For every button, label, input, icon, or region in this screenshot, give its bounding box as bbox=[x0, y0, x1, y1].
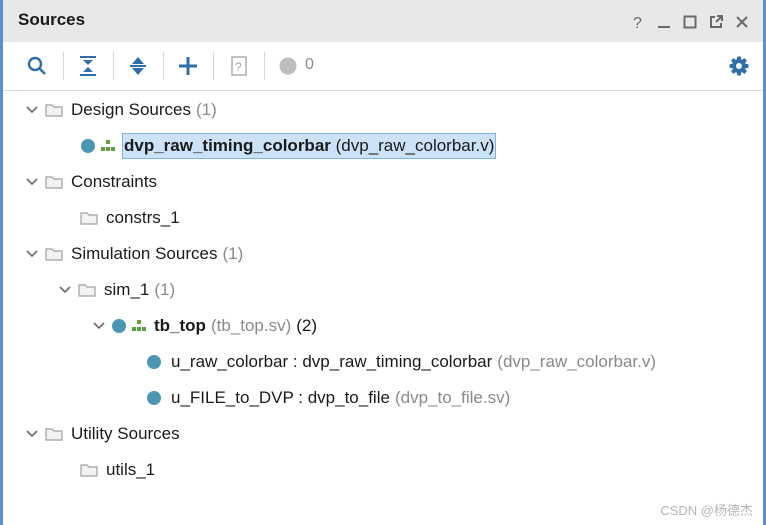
toolbar-divider bbox=[163, 52, 164, 80]
tree-node-file: (dvp_raw_colorbar.v) bbox=[497, 352, 657, 371]
tree-node-label: u_FILE_to_DVP : dvp_to_file bbox=[171, 388, 390, 407]
tree-node-tb-top[interactable]: tb_top (tb_top.sv) (2) bbox=[92, 308, 317, 344]
watermark: CSDN @杨德杰 bbox=[660, 503, 753, 518]
tree-node-design-sources[interactable]: Design Sources (1) bbox=[25, 92, 217, 128]
tree-node-sim-1[interactable]: sim_1 (1) bbox=[58, 272, 175, 308]
tree-node-label: utils_1 bbox=[106, 460, 156, 479]
tree-node-count: (1) bbox=[196, 100, 217, 119]
expand-all-icon[interactable] bbox=[126, 54, 150, 78]
tree-node-label: constrs_1 bbox=[106, 208, 180, 227]
close-icon[interactable] bbox=[733, 13, 751, 31]
toolbar-divider bbox=[63, 52, 64, 80]
status-count: 0 bbox=[305, 56, 314, 73]
collapse-all-icon[interactable] bbox=[76, 54, 100, 78]
toolbar-divider bbox=[264, 52, 265, 80]
tree-node-utils-1[interactable]: utils_1 bbox=[80, 452, 155, 488]
tree-node-file: (tb_top.sv) bbox=[210, 316, 292, 335]
status-dot-icon bbox=[112, 319, 126, 333]
minimize-icon[interactable] bbox=[655, 13, 673, 31]
tree-node-count: (1) bbox=[222, 244, 244, 263]
folder-icon bbox=[80, 463, 98, 477]
chevron-down-icon[interactable] bbox=[25, 103, 39, 117]
folder-icon bbox=[45, 247, 63, 261]
help-icon[interactable]: ? bbox=[629, 13, 647, 31]
tree-node-label: Utility Sources bbox=[71, 424, 180, 443]
maximize-icon[interactable] bbox=[681, 13, 699, 31]
sources-toolbar: ? 0 bbox=[3, 42, 763, 91]
toolbar-divider bbox=[113, 52, 114, 80]
folder-icon bbox=[80, 211, 98, 225]
sources-panel: Sources ? ? 0 Design Sources (1) dvp_raw… bbox=[0, 0, 766, 525]
panel-titlebar: Sources ? bbox=[3, 0, 763, 42]
selected-item[interactable]: dvp_raw_timing_colorbar (dvp_raw_colorba… bbox=[121, 133, 497, 159]
tree-node-label: Design Sources bbox=[71, 100, 192, 119]
top-module-file: (dvp_raw_colorbar.v) bbox=[335, 136, 495, 155]
tree-node-u-raw-colorbar[interactable]: u_raw_colorbar : dvp_raw_timing_colorbar… bbox=[147, 344, 656, 380]
tree-node-count: (1) bbox=[154, 280, 176, 299]
tree-node-constraints[interactable]: Constraints bbox=[25, 164, 157, 200]
unknown-file-icon[interactable]: ? bbox=[227, 54, 251, 78]
tree-node-count: (2) bbox=[296, 316, 318, 335]
hierarchy-icon bbox=[101, 140, 115, 152]
tree-node-label: tb_top bbox=[154, 316, 206, 335]
add-icon[interactable] bbox=[176, 54, 200, 78]
gear-icon[interactable] bbox=[727, 54, 751, 78]
tree-node-file: (dvp_to_file.sv) bbox=[394, 388, 511, 407]
tree-node-label: Simulation Sources bbox=[71, 244, 218, 263]
tree-node-label: u_raw_colorbar : dvp_raw_timing_colorbar bbox=[171, 352, 493, 371]
tree-node-simulation-sources[interactable]: Simulation Sources (1) bbox=[25, 236, 243, 272]
tree-node-u-file-to-dvp[interactable]: u_FILE_to_DVP : dvp_to_file (dvp_to_file… bbox=[147, 380, 510, 416]
tree-node-label: sim_1 bbox=[104, 280, 150, 299]
chevron-down-icon[interactable] bbox=[58, 283, 72, 297]
folder-icon bbox=[78, 283, 96, 297]
toolbar-divider bbox=[213, 52, 214, 80]
chevron-down-icon[interactable] bbox=[92, 319, 106, 333]
status-dot-icon bbox=[147, 391, 161, 405]
status-dot-icon bbox=[147, 355, 161, 369]
tree-node-utility-sources[interactable]: Utility Sources bbox=[25, 416, 180, 452]
tree-node-label: Constraints bbox=[71, 172, 157, 191]
search-icon[interactable] bbox=[25, 54, 49, 78]
status-dot-icon bbox=[81, 139, 95, 153]
panel-title: Sources bbox=[18, 10, 86, 29]
svg-text:?: ? bbox=[235, 60, 242, 74]
hierarchy-icon bbox=[132, 320, 146, 332]
folder-icon bbox=[45, 427, 63, 441]
tree-node-constrs-1[interactable]: constrs_1 bbox=[80, 200, 180, 236]
chevron-down-icon[interactable] bbox=[25, 175, 39, 189]
float-icon[interactable] bbox=[707, 13, 725, 31]
chevron-down-icon[interactable] bbox=[25, 427, 39, 441]
top-module-name: dvp_raw_timing_colorbar bbox=[124, 136, 331, 155]
folder-icon bbox=[45, 103, 63, 117]
tree-node-design-top[interactable]: dvp_raw_timing_colorbar (dvp_raw_colorba… bbox=[81, 128, 497, 164]
svg-text:?: ? bbox=[633, 15, 642, 30]
folder-icon bbox=[45, 175, 63, 189]
status-circle-icon[interactable] bbox=[276, 54, 300, 78]
chevron-down-icon[interactable] bbox=[25, 247, 39, 261]
